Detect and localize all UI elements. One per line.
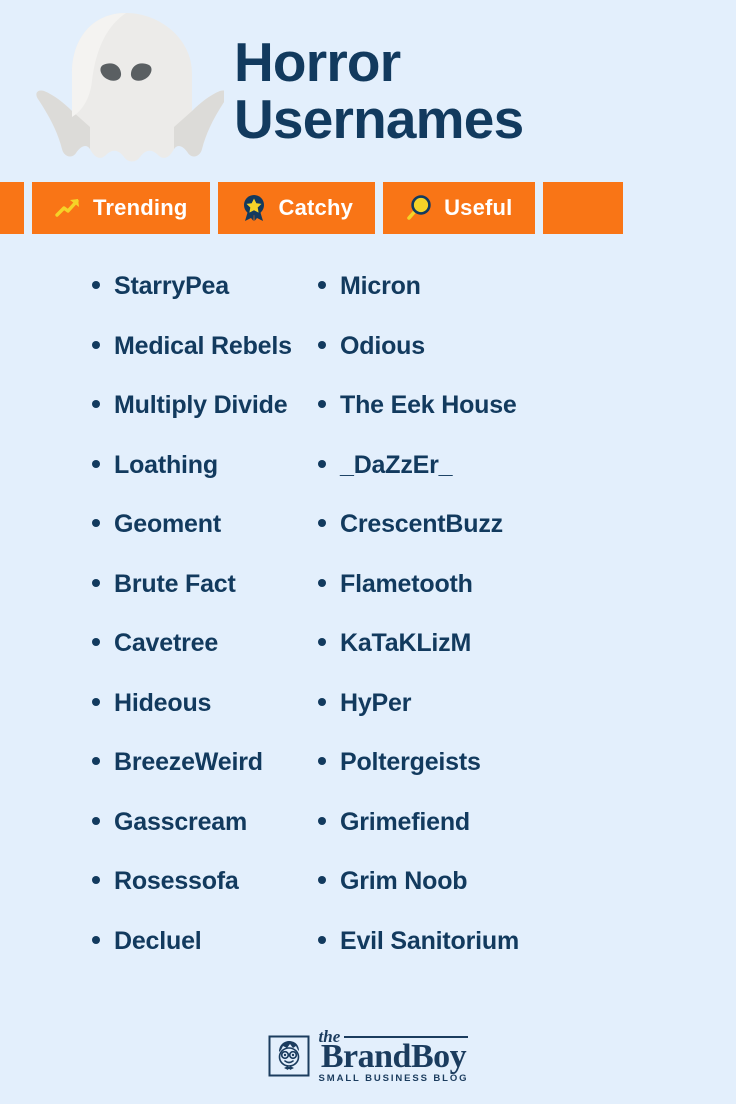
page-title-line-1: Horror (234, 30, 401, 93)
badge-trending-label: Trending (93, 195, 188, 220)
trending-up-icon (55, 199, 79, 217)
list-item: Flametooth (318, 570, 736, 630)
list-bullet-icon (318, 876, 326, 884)
username-column-right: Micron Odious The Eek House _DaZzEr_ Cre… (306, 272, 736, 1008)
username-label: KaTaKLizM (340, 629, 472, 657)
list-bullet-icon (318, 816, 326, 825)
username-lists: StarryPea Medical Rebels Multiply Divide… (0, 240, 736, 1008)
list-bullet-icon (318, 757, 326, 765)
list-bullet-icon (92, 935, 100, 944)
badge-catchy-label: Catchy (278, 195, 354, 220)
username-label: HyPer (340, 688, 412, 717)
header: Horror Usernames (0, 0, 736, 182)
badge-useful-label: Useful (444, 195, 513, 220)
username-label: Decluel (114, 926, 202, 955)
username-label: Geoment (114, 510, 221, 538)
list-item: _DaZzEr_ (318, 451, 736, 511)
list-item: Odious (318, 332, 736, 392)
list-bullet-icon (92, 578, 100, 587)
username-label: Loathing (114, 450, 218, 479)
list-item: Grim Noob (318, 867, 736, 927)
list-item: Micron (318, 272, 736, 332)
username-label: Medical Rebels (114, 331, 292, 360)
list-bullet-icon (92, 400, 100, 408)
list-item: Rosessofa (92, 867, 306, 927)
list-bullet-icon (318, 459, 326, 468)
list-bullet-icon (92, 340, 100, 349)
brandboy-wordmark: the BrandBoy SMALL BUSINESS BLOG (319, 1028, 469, 1084)
list-item: Gasscream (92, 808, 306, 868)
list-item: KaTaKLizM (318, 629, 736, 689)
badge-useful[interactable]: Useful (383, 182, 535, 234)
list-item: Hideous (92, 689, 306, 749)
badge-strip-edge-right (542, 182, 623, 234)
list-item: Brute Fact (92, 570, 306, 630)
username-label: Odious (340, 331, 425, 360)
list-item: CrescentBuzz (318, 510, 736, 570)
badge-strip: Trending Catchy Useful (0, 182, 736, 234)
pinterest-graphic: Horror Usernames Trending Catchy Useful … (0, 0, 736, 1104)
list-item: Grimefiend (318, 808, 736, 868)
logo-brand-name: BrandBoy (320, 1038, 467, 1076)
username-label: BreezeWeird (114, 748, 263, 776)
list-bullet-icon (318, 281, 326, 289)
footer-logo: the BrandBoy SMALL BUSINESS BLOG (0, 1008, 736, 1104)
username-label: Flametooth (340, 569, 473, 598)
ghost-icon (26, 6, 226, 176)
list-bullet-icon (92, 757, 100, 765)
list-item: Loathing (92, 451, 306, 511)
list-bullet-icon (318, 519, 326, 527)
list-bullet-icon (318, 935, 326, 944)
list-bullet-icon (318, 400, 326, 408)
username-label: Evil Sanitorium (340, 926, 519, 955)
username-label: The Eek House (340, 391, 517, 419)
list-bullet-icon (318, 340, 326, 349)
list-item: Multiply Divide (92, 391, 306, 451)
badge-trending[interactable]: Trending (32, 182, 210, 234)
username-label: Multiply Divide (114, 391, 288, 419)
list-item: Decluel (92, 927, 306, 987)
username-label: Poltergeists (340, 748, 481, 776)
list-item: Cavetree (92, 629, 306, 689)
username-label: Rosessofa (114, 867, 239, 895)
list-item: Evil Sanitorium (318, 927, 736, 987)
page-title: Horror Usernames (234, 30, 524, 150)
username-label: Grimefiend (340, 807, 470, 836)
list-bullet-icon (318, 578, 326, 587)
username-label: Brute Fact (114, 569, 236, 598)
list-item: BreezeWeird (92, 748, 306, 808)
username-label: _DaZzEr_ (340, 450, 453, 479)
ghost-illustration (36, 13, 224, 162)
list-item: HyPer (318, 689, 736, 749)
username-label: Gasscream (114, 807, 248, 836)
username-label: Hideous (114, 688, 212, 717)
username-label: StarryPea (114, 272, 229, 300)
award-medal-icon (243, 195, 264, 221)
username-label: Grim Noob (340, 867, 468, 895)
badge-strip-edge-left (0, 182, 24, 234)
list-item: StarryPea (92, 272, 306, 332)
brandboy-face-icon (268, 1035, 310, 1077)
list-bullet-icon (92, 519, 100, 527)
list-item: Poltergeists (318, 748, 736, 808)
list-bullet-icon (318, 697, 326, 706)
username-label: Cavetree (114, 629, 219, 657)
username-label: CrescentBuzz (340, 510, 503, 538)
list-bullet-icon (92, 876, 100, 884)
list-bullet-icon (92, 459, 100, 468)
list-item: Medical Rebels (92, 332, 306, 392)
logo-tagline: SMALL BUSINESS BLOG (318, 1072, 469, 1084)
username-column-left: StarryPea Medical Rebels Multiply Divide… (0, 272, 306, 1008)
list-bullet-icon (92, 638, 100, 646)
list-bullet-icon (92, 697, 100, 706)
list-bullet-icon (92, 816, 100, 825)
list-item: The Eek House (318, 391, 736, 451)
list-bullet-icon (92, 281, 100, 289)
username-label: Micron (340, 272, 421, 300)
magnifying-glass-icon (407, 195, 431, 220)
list-bullet-icon (318, 638, 326, 646)
page-title-line-2: Usernames (234, 88, 524, 150)
badge-catchy[interactable]: Catchy (217, 182, 376, 234)
list-item: Geoment (92, 510, 306, 570)
